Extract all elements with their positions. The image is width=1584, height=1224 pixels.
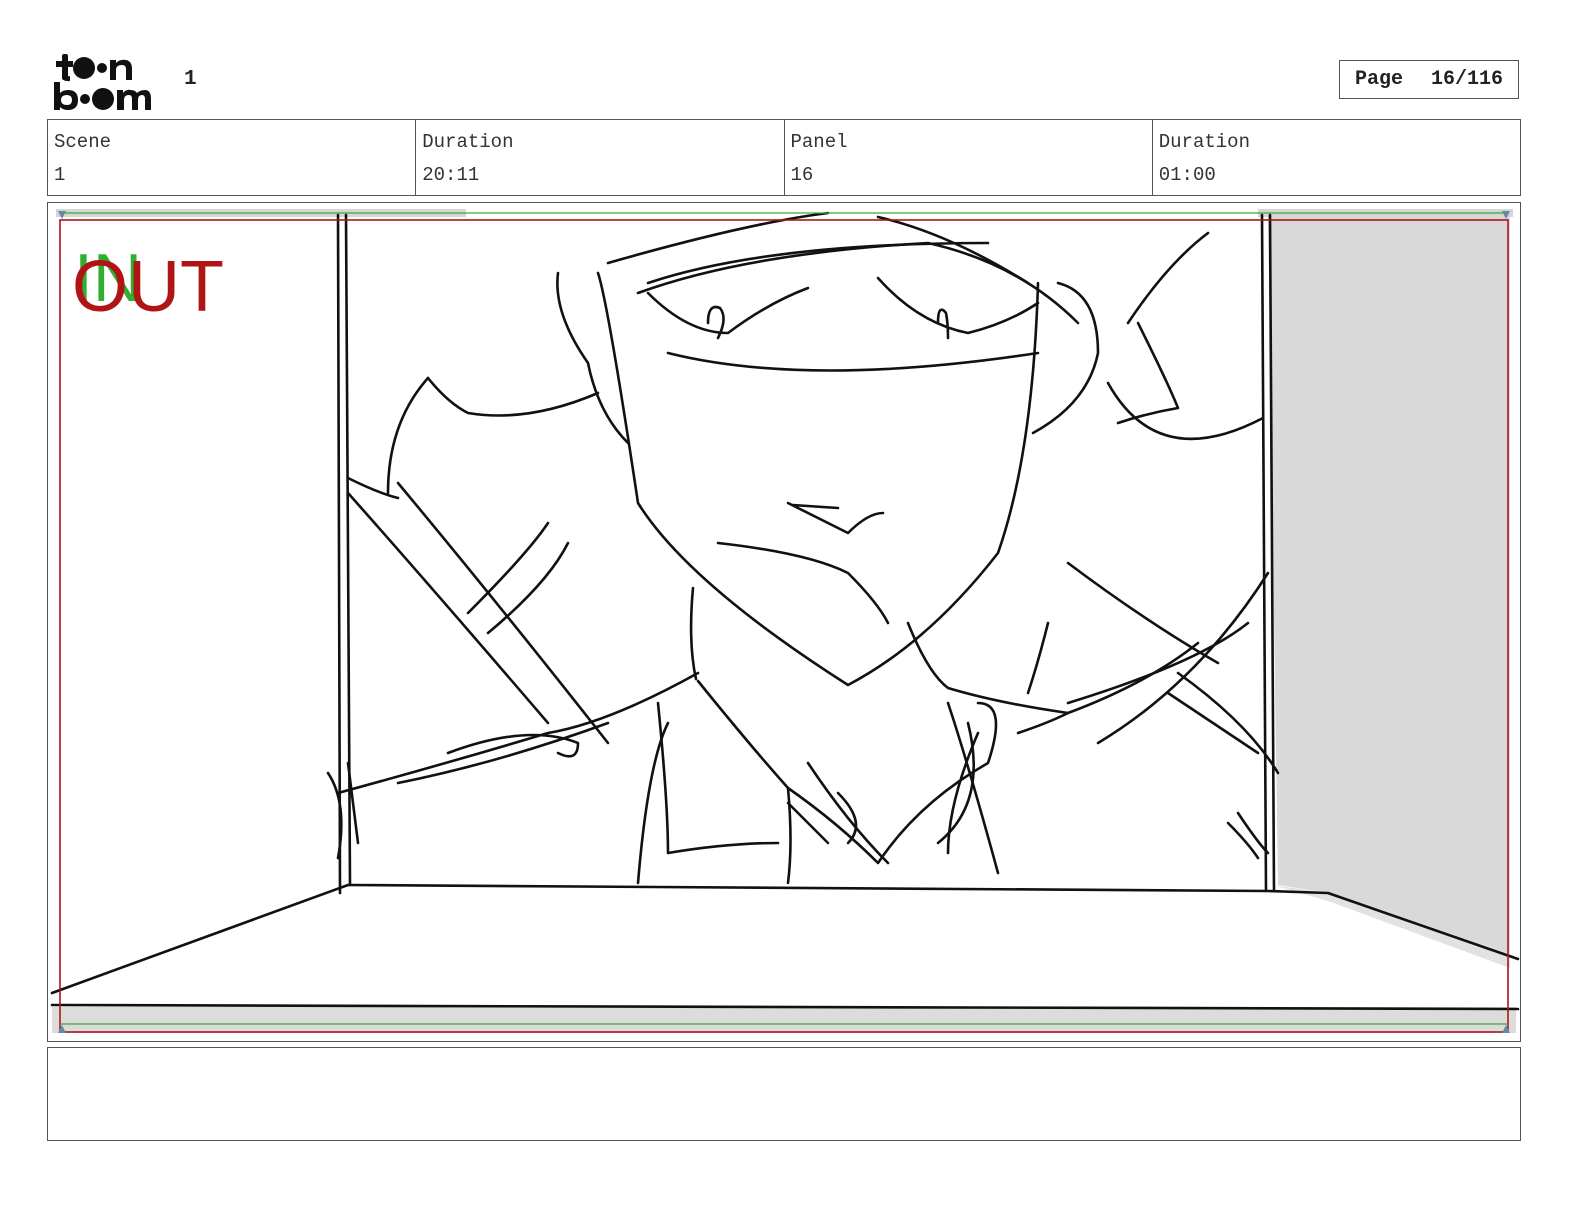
panel-value: 16 xyxy=(790,164,814,186)
page-value: 16/116 xyxy=(1431,68,1504,91)
panel-label: Panel xyxy=(790,131,848,153)
panel-notes[interactable] xyxy=(47,1047,1521,1141)
scene-label: Scene xyxy=(54,131,112,153)
panel-duration-label: Duration xyxy=(1158,131,1250,153)
panel-info-table: Scene 1 Duration 20:11 Panel 16 Duration… xyxy=(47,119,1521,196)
scene-duration-value: 20:11 xyxy=(422,164,480,186)
bottom-shade xyxy=(52,1007,1516,1033)
scene-cell: Scene 1 xyxy=(48,120,417,195)
panel-duration-cell: Duration 01:00 xyxy=(1153,120,1520,195)
toon-boom-logo xyxy=(52,52,164,112)
panel-cell: Panel 16 xyxy=(785,120,1153,195)
panel-duration-value: 01:00 xyxy=(1158,164,1216,186)
panel-sketch: IN OUT xyxy=(50,209,1520,1033)
sheet-number: 1 xyxy=(184,68,197,91)
storyboard-panel: IN OUT xyxy=(47,202,1521,1042)
out-marker: OUT xyxy=(72,247,224,327)
scene-value: 1 xyxy=(54,164,66,186)
page-indicator: Page 16/116 xyxy=(1339,60,1519,99)
right-wall-shade xyxy=(1268,213,1510,958)
scene-duration-cell: Duration 20:11 xyxy=(416,120,785,195)
page-label: Page xyxy=(1354,68,1403,91)
scene-duration-label: Duration xyxy=(422,131,514,153)
